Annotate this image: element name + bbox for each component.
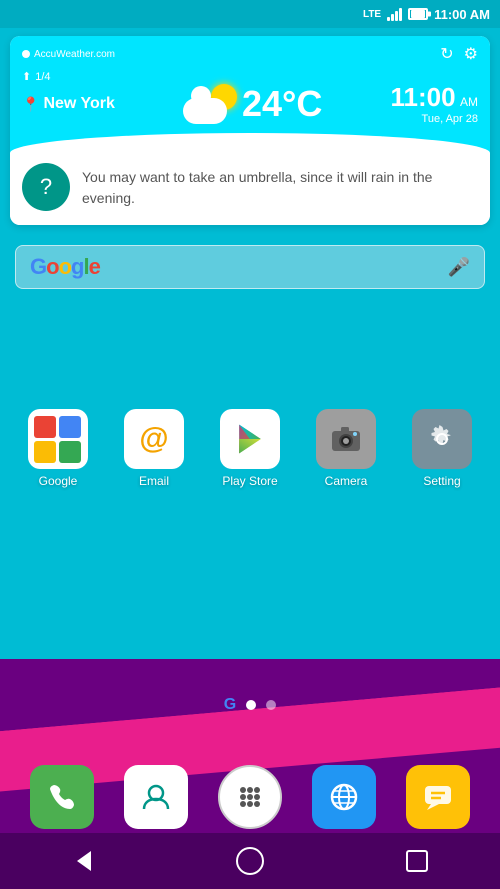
app-google[interactable]: Google <box>18 409 98 488</box>
search-bar[interactable]: Google 🎤 <box>15 245 485 289</box>
weather-ampm: AM <box>460 95 478 109</box>
weather-widget[interactable]: AccuWeather.com ↻ ⚙ ⬆ 1/4 📍 New York 24°… <box>10 36 490 225</box>
status-bar: LTE 11:00 AM <box>0 0 500 28</box>
email-app-icon: @ <box>124 409 184 469</box>
weather-location: New York <box>43 95 114 113</box>
dock-contacts[interactable] <box>124 765 188 829</box>
weather-advice: You may want to take an umbrella, since … <box>82 163 478 209</box>
app-settings[interactable]: Setting <box>402 409 482 488</box>
weather-temp: 24°C <box>242 83 322 125</box>
weather-time: 11:00 <box>390 82 455 112</box>
page-dots: G <box>0 696 500 714</box>
camera-app-icon <box>316 409 376 469</box>
location-pin-icon: 📍 <box>22 96 39 113</box>
nav-home-button[interactable] <box>230 841 270 881</box>
app-camera[interactable]: Camera <box>306 409 386 488</box>
app-playstore[interactable]: Play Store <box>210 409 290 488</box>
app-email[interactable]: @ Email <box>114 409 194 488</box>
weather-top: AccuWeather.com ↻ ⚙ ⬆ 1/4 📍 New York 24°… <box>10 36 490 133</box>
weather-settings-icon[interactable]: ⚙ <box>464 44 478 64</box>
lte-label: LTE <box>363 9 381 20</box>
dock-apps[interactable] <box>218 765 282 829</box>
weather-icon <box>183 84 237 124</box>
google-app-icon <box>28 409 88 469</box>
battery-icon <box>408 8 428 20</box>
app-playstore-label: Play Store <box>222 474 277 488</box>
umbrella-icon: ? <box>22 163 70 211</box>
signal-icon <box>387 7 402 21</box>
app-grid: Google @ Email <box>0 409 500 488</box>
accu-weather-label: AccuWeather.com <box>22 49 115 60</box>
wave-separator <box>10 133 490 153</box>
nav-recent-button[interactable] <box>397 841 437 881</box>
weather-refresh-icon[interactable]: ↻ <box>440 44 453 64</box>
g-logo-dot: G <box>224 696 236 714</box>
dock-phone[interactable] <box>30 765 94 829</box>
app-email-label: Email <box>139 474 169 488</box>
google-logo: Google <box>30 254 100 280</box>
dock <box>0 765 500 829</box>
dock-messages[interactable] <box>406 765 470 829</box>
status-time: 11:00 AM <box>434 7 490 22</box>
playstore-app-icon <box>220 409 280 469</box>
nav-back-button[interactable] <box>63 841 103 881</box>
page-dot-inactive[interactable] <box>266 700 276 710</box>
mic-icon[interactable]: 🎤 <box>448 257 470 278</box>
app-camera-label: Camera <box>325 474 368 488</box>
nav-bar <box>0 833 500 889</box>
weather-date: Tue, Apr 28 <box>390 113 478 125</box>
dock-browser[interactable] <box>312 765 376 829</box>
app-google-label: Google <box>39 474 78 488</box>
settings-app-icon <box>412 409 472 469</box>
weather-bottom: ? You may want to take an umbrella, sinc… <box>10 153 490 225</box>
search-bar-container[interactable]: Google 🎤 <box>15 245 485 289</box>
app-settings-label: Setting <box>423 474 460 488</box>
page-dot-active[interactable] <box>246 700 256 710</box>
bottom-section: G <box>0 659 500 889</box>
